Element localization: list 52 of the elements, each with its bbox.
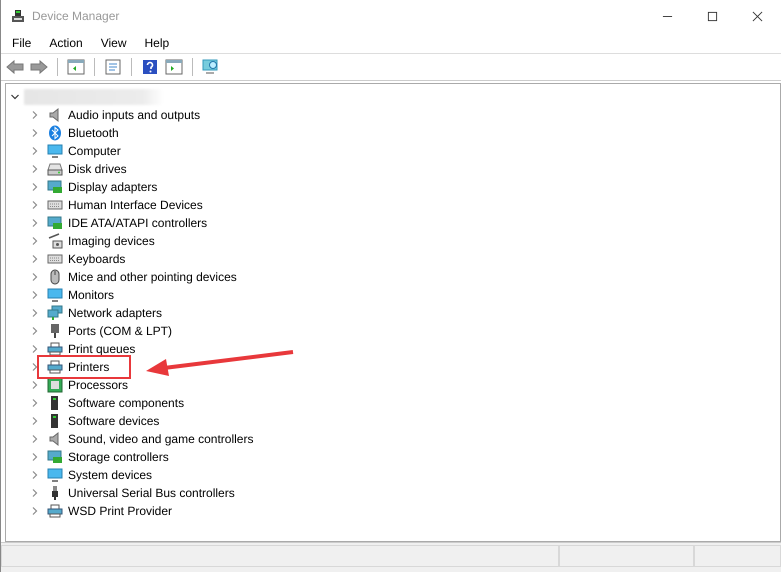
back-arrow-icon[interactable] — [6, 59, 24, 75]
tree-item[interactable]: Bluetooth — [68, 126, 119, 140]
tree-item[interactable]: Printers — [68, 360, 110, 374]
tree-item[interactable]: Universal Serial Bus controllers — [68, 486, 235, 500]
tree-item[interactable]: Audio inputs and outputs — [68, 108, 200, 122]
tree-item[interactable]: Software components — [68, 396, 184, 410]
disk-drive-icon — [47, 161, 63, 177]
tree-item[interactable]: Keyboards — [68, 252, 126, 266]
window-pane-icon[interactable] — [165, 59, 183, 75]
monitor-magnifier-icon[interactable] — [202, 59, 220, 75]
circuit-card-icon — [47, 449, 63, 465]
tree-item[interactable]: Mice and other pointing devices — [68, 270, 237, 284]
circuit-card-icon — [47, 215, 63, 231]
tree-item[interactable]: Monitors — [68, 288, 114, 302]
properties-sheet-icon[interactable] — [104, 59, 122, 75]
help-icon[interactable] — [141, 59, 159, 75]
tree-item[interactable]: System devices — [68, 468, 152, 482]
monitor-icon — [47, 467, 63, 483]
tree-item[interactable]: Disk drives — [68, 162, 127, 176]
tree-item[interactable]: Ports (COM & LPT) — [68, 324, 172, 338]
chevron-icon[interactable] — [10, 92, 20, 102]
menu-item[interactable]: Action — [49, 36, 83, 50]
monitor-icon — [47, 287, 63, 303]
close-icon[interactable] — [752, 10, 763, 22]
tree-item[interactable]: Computer — [68, 144, 121, 158]
tree-item[interactable]: Imaging devices — [68, 234, 155, 248]
menu-item[interactable]: View — [100, 36, 126, 50]
tree-item[interactable]: Storage controllers — [68, 450, 169, 464]
tree-item[interactable]: Network adapters — [68, 306, 162, 320]
circuit-card-icon — [47, 179, 63, 195]
chip-icon — [47, 377, 63, 393]
window-pane-icon[interactable] — [67, 59, 85, 75]
tree-item[interactable]: WSD Print Provider — [68, 504, 172, 518]
monitor-icon — [47, 143, 63, 159]
tree-item[interactable]: Display adapters — [68, 180, 158, 194]
device-manager-icon — [10, 8, 26, 24]
camera-icon — [47, 233, 63, 249]
forward-arrow-icon[interactable] — [30, 59, 48, 75]
tree-item[interactable]: Sound, video and game controllers — [68, 432, 254, 446]
tree-item[interactable]: Processors — [68, 378, 128, 392]
printer-icon — [47, 359, 63, 375]
menu-item[interactable]: File — [12, 36, 32, 50]
tree-item[interactable]: IDE ATA/ATAPI controllers — [68, 216, 208, 230]
window-title: Device Manager — [32, 9, 120, 23]
printer-icon — [47, 503, 63, 519]
maximize-icon[interactable] — [707, 10, 718, 22]
network-icon — [47, 305, 63, 321]
menu-item[interactable]: Help — [144, 36, 170, 50]
tree-item[interactable]: Print queues — [68, 342, 136, 356]
tree-item[interactable]: Human Interface Devices — [68, 198, 203, 212]
bluetooth-icon — [47, 125, 63, 141]
tree-item[interactable]: Software devices — [68, 414, 160, 428]
